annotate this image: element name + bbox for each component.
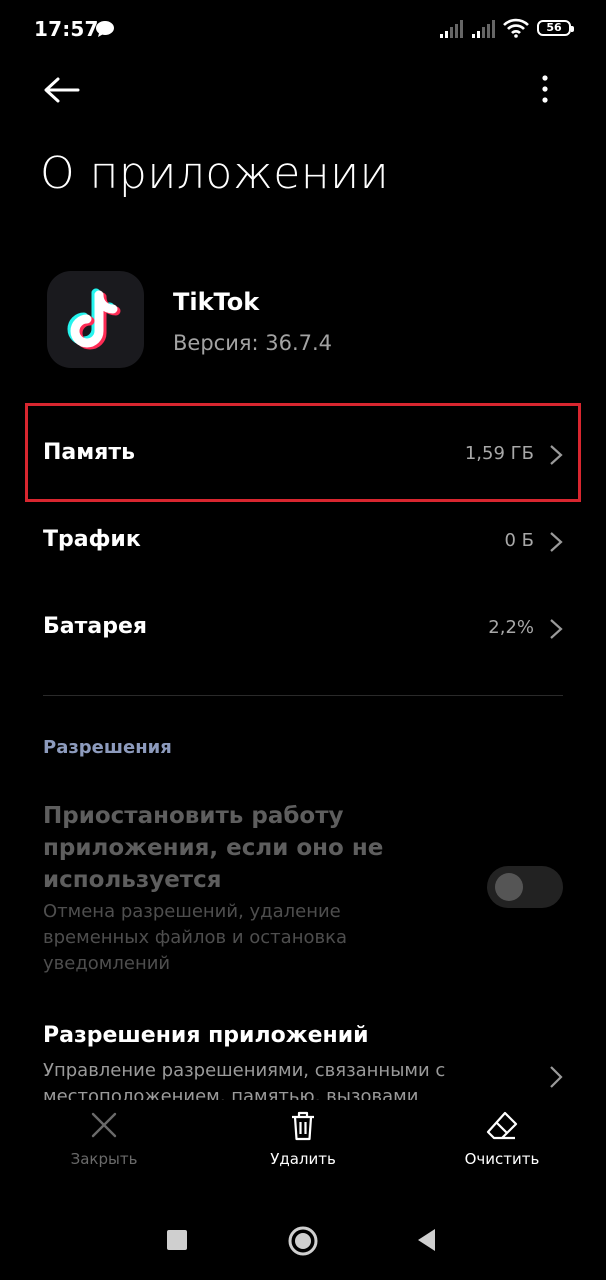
recent-apps-button[interactable] [167, 1230, 187, 1250]
tiktok-logo-icon [67, 288, 121, 350]
close-label: Закрыть [70, 1150, 138, 1168]
chevron-right-icon [550, 532, 563, 552]
battery-value: 2,2% [488, 617, 534, 638]
pause-app-title: Приостановить работу приложения, если он… [43, 803, 384, 893]
back-button[interactable] [40, 70, 84, 110]
traffic-label: Трафик [43, 527, 141, 552]
pause-app-toggle[interactable] [487, 866, 563, 908]
traffic-value: 0 Б [504, 530, 534, 551]
traffic-row[interactable]: Трафик 0 Б [0, 511, 606, 571]
permissions-section-header: Разрешения [43, 737, 172, 758]
more-vertical-icon [542, 75, 548, 103]
battery-icon: 56 [537, 20, 574, 36]
clear-label: Очистить [464, 1150, 540, 1168]
delete-button[interactable]: Удалить [233, 1110, 373, 1168]
close-button[interactable]: Закрыть [34, 1110, 174, 1168]
app-permissions-title[interactable]: Разрешения приложений [43, 1023, 369, 1048]
close-icon [91, 1112, 117, 1138]
clear-button[interactable]: Очистить [432, 1110, 572, 1168]
chevron-right-icon [550, 619, 563, 639]
app-name: TikTok [173, 288, 260, 316]
app-permissions-subtitle: Управление разрешениями, связанными с ме… [43, 1060, 446, 1100]
app-version: Версия: 36.7.4 [173, 331, 333, 355]
wifi-icon [503, 18, 529, 42]
pause-app-subtitle: Отмена разрешений, удаление временных фа… [43, 901, 347, 974]
more-options-button[interactable] [530, 70, 560, 110]
status-time: 17:57 [34, 17, 99, 41]
page-title: О приложении [40, 148, 390, 199]
signal-icon [472, 20, 498, 42]
arrow-left-icon [44, 77, 80, 103]
trash-icon [292, 1111, 314, 1141]
battery-row[interactable]: Батарея 2,2% [0, 598, 606, 658]
signal-icon [440, 20, 466, 42]
bottom-action-bar: Закрыть Удалить Очистить [0, 1100, 606, 1180]
delete-label: Удалить [270, 1150, 336, 1168]
system-nav-bar [0, 1200, 606, 1280]
eraser-icon [486, 1111, 518, 1140]
nav-back-button[interactable] [415, 1227, 437, 1253]
chat-bubble-icon [95, 20, 115, 42]
battery-label: Батарея [43, 614, 148, 639]
toggle-knob [495, 873, 523, 901]
status-bar: 17:57 56 [0, 0, 606, 60]
chevron-right-icon[interactable] [548, 1065, 564, 1089]
highlight-frame [25, 403, 581, 502]
home-button[interactable] [287, 1225, 319, 1257]
divider [43, 695, 563, 696]
app-icon [47, 271, 144, 368]
